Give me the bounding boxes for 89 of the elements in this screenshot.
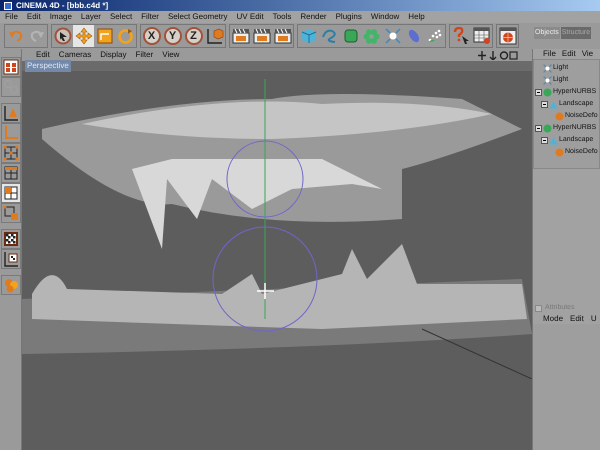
light-burst-icon (543, 76, 552, 84)
viewport-label: Perspective (25, 60, 71, 72)
panel-toggle[interactable] (535, 304, 542, 312)
menu-item[interactable]: File (543, 48, 556, 60)
axis-checker-icon (2, 251, 18, 267)
mode-button[interactable] (0, 249, 20, 269)
mode-button[interactable] (0, 163, 20, 183)
menu-item[interactable]: Plugins (336, 11, 362, 23)
menu-item[interactable]: Edit (570, 312, 584, 324)
menu-item[interactable]: File (5, 11, 18, 23)
menu-item[interactable]: Cameras (58, 49, 92, 61)
axis-lock-button[interactable]: X (141, 25, 162, 47)
particles-icon (426, 28, 442, 44)
menu-item[interactable]: View (162, 49, 180, 61)
menu-item[interactable]: Help (408, 11, 425, 23)
sphere-icon (543, 88, 552, 96)
grid-points-icon (2, 145, 18, 161)
triangle-icon (549, 136, 558, 144)
ball-icon (555, 112, 564, 120)
menu-item[interactable]: Filter (135, 49, 154, 61)
arrow-cursor-icon (54, 27, 72, 45)
light-burst-icon (384, 28, 400, 44)
grid-polygon-icon (2, 185, 18, 201)
grid-uv-icon (2, 205, 18, 221)
menu-item[interactable]: Image (50, 11, 72, 23)
toolbar-button[interactable] (204, 25, 225, 47)
menu-item[interactable]: Render (300, 11, 327, 23)
clapperboard-icon (232, 28, 250, 44)
toolbar-button[interactable] (52, 25, 73, 47)
menu-item[interactable]: Display (100, 49, 126, 61)
axis-corner-icon (2, 125, 18, 141)
expand-toggle[interactable] (541, 136, 548, 144)
clapperboard-icon (274, 28, 292, 44)
app-icon (4, 2, 12, 10)
rotate-icon (117, 28, 134, 44)
question-cursor-icon (452, 27, 470, 45)
toolbar-button[interactable] (450, 25, 471, 47)
axis-cube-icon (206, 27, 224, 45)
axis-lock-button[interactable]: Y (162, 25, 183, 47)
menu-item[interactable]: Window (370, 11, 400, 23)
clapperboard-icon (252, 28, 270, 44)
rounded-cube-icon (342, 28, 358, 44)
menu-item[interactable]: UV Edit (236, 11, 264, 23)
menu-item[interactable]: Vie (582, 48, 594, 60)
undo-icon (8, 29, 24, 43)
spline-curve-icon (320, 27, 338, 45)
menu-item[interactable]: U (590, 312, 597, 324)
expand-toggle[interactable] (535, 88, 542, 96)
sphere-icon (543, 124, 552, 132)
toolbar-button[interactable] (251, 25, 272, 47)
expand-toggle[interactable] (535, 124, 542, 132)
faded-spheres-icon (2, 79, 18, 95)
menu-item[interactable]: Select (110, 11, 132, 23)
cube-icon (300, 28, 316, 44)
menu-item[interactable]: Tools (272, 11, 292, 23)
mode-button[interactable] (0, 229, 20, 249)
triangle-icon (549, 100, 558, 108)
mode-button[interactable] (0, 183, 20, 203)
mode-button[interactable] (0, 103, 20, 123)
window-title: CINEMA 4D - [bbb.c4d *] (16, 2, 108, 10)
menu-item[interactable]: Filter (141, 11, 159, 23)
mode-button[interactable] (0, 203, 20, 223)
view-layout-icon (2, 59, 18, 75)
redo-icon (28, 29, 44, 43)
mode-button[interactable] (0, 143, 20, 163)
ring-of-spheres-icon (363, 28, 380, 44)
viewport-nav-icon[interactable] (478, 50, 518, 60)
menu-item[interactable]: Edit (36, 49, 50, 61)
axis-cone-icon (2, 105, 18, 121)
menu-item[interactable]: Edit (562, 48, 576, 60)
checker-icon (2, 231, 18, 247)
toolbar-button[interactable] (272, 25, 293, 47)
move-arrows-icon (74, 27, 92, 45)
expand-toggle[interactable] (541, 100, 548, 108)
axis-lock-button[interactable]: Z (183, 25, 204, 47)
ball-icon (555, 148, 564, 156)
scale-square-icon (96, 28, 112, 44)
toolbar-button[interactable] (471, 25, 492, 47)
menu-item[interactable]: Edit (26, 11, 41, 23)
toolbar-button[interactable] (94, 25, 115, 47)
light-burst-icon (543, 64, 552, 72)
spreadsheet-icon (472, 27, 490, 45)
menu-item[interactable]: Select Geometry (168, 11, 228, 23)
mode-button[interactable] (0, 57, 20, 77)
menu-item[interactable]: Layer (80, 11, 101, 23)
menu-item[interactable]: Mode (543, 312, 564, 324)
toolbar-button[interactable] (230, 25, 251, 47)
spheres-icon (2, 277, 18, 293)
grid-edge-icon (2, 165, 18, 181)
